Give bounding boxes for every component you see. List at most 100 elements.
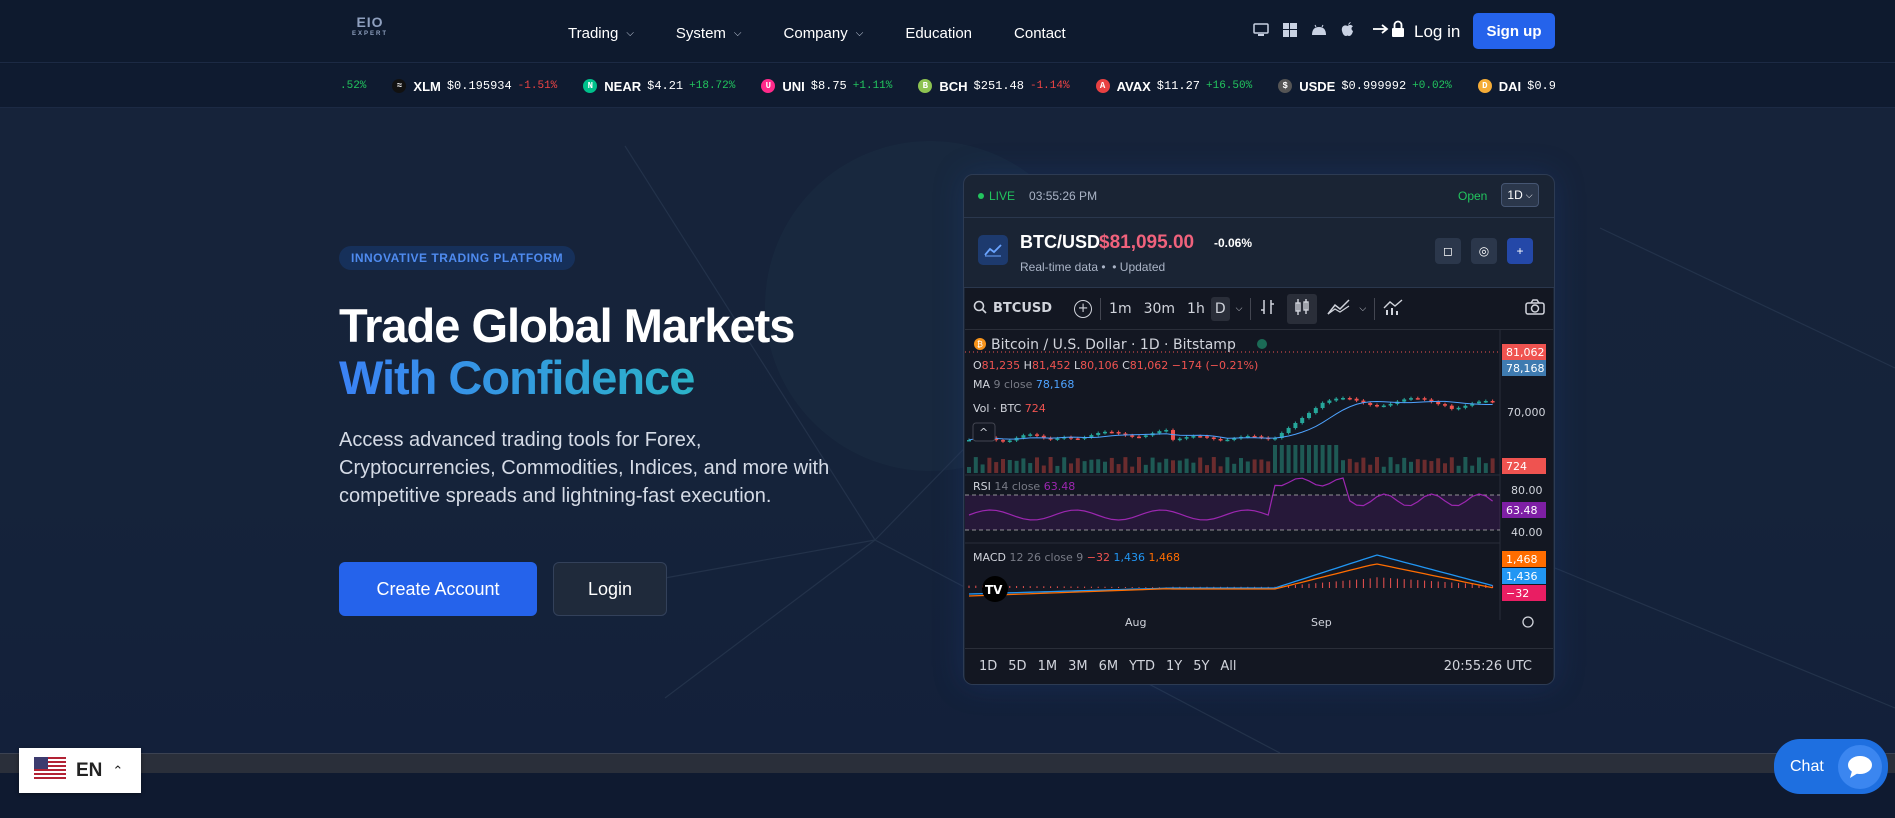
volume-bar	[1327, 445, 1332, 473]
chevron-down-icon: ⌵	[626, 27, 634, 39]
ticker-item[interactable]: B BCH $251.48 -1.14%	[918, 79, 1070, 94]
rsi-tag: 63.48	[1506, 504, 1538, 517]
chevron-down-icon: ⌵	[1525, 189, 1533, 200]
candle	[1347, 398, 1352, 400]
bar-chart-icon[interactable]	[1259, 298, 1277, 320]
login-link[interactable]: Log in	[1372, 20, 1460, 43]
bitcoin-glyph: ₿	[977, 340, 983, 349]
volume-bar	[1109, 457, 1114, 473]
chat-bubble-icon	[1838, 745, 1882, 789]
ticker-item[interactable]: D DAI $0.999515	[1477, 79, 1555, 94]
volume-bar	[1069, 463, 1073, 473]
ticker-item[interactable]: U UNI $8.75 +1.11%	[761, 79, 892, 94]
candle	[1293, 423, 1298, 428]
nav-label: Trading	[568, 24, 619, 42]
footer-dark	[0, 773, 1895, 818]
candle	[1381, 405, 1386, 408]
us-flag-icon	[34, 756, 66, 785]
interval-1m[interactable]: 1m	[1109, 301, 1132, 317]
candle	[1096, 432, 1101, 436]
windows-icon[interactable]	[1281, 22, 1298, 37]
candles-icon[interactable]	[1287, 293, 1318, 324]
volume-bar	[1096, 459, 1101, 473]
ticker-item[interactable]: $ USDE $0.999992 +0.02%	[1278, 79, 1452, 94]
ticker-item[interactable]: N NEAR $4.21 +18.72%	[583, 79, 735, 94]
interval-select[interactable]: 1D ⌵	[1501, 183, 1539, 207]
tradingview-chart: BTCUSD + 1m 30m 1h D ⌵ ⌵ ₿ Bitcoin / U.S…	[965, 288, 1553, 684]
candle	[1307, 413, 1311, 418]
candle	[1388, 403, 1393, 406]
volume-bar	[1368, 464, 1373, 473]
ticker-symbol: UNI	[782, 78, 805, 94]
chart-symbol[interactable]: BTCUSD	[993, 301, 1052, 316]
candle	[1456, 407, 1461, 410]
create-account-button[interactable]: Create Account	[339, 562, 537, 616]
utc-clock: 20:55:26 UTC	[1443, 659, 1532, 674]
logo-text: EIO	[356, 14, 384, 30]
nav-company[interactable]: Company ⌵	[784, 22, 864, 44]
nav-system[interactable]: System ⌵	[676, 22, 742, 44]
interval-1h[interactable]: 1h	[1187, 301, 1205, 317]
range-ytd[interactable]: YTD	[1129, 659, 1155, 674]
chevron-down-icon[interactable]: ⌵	[1236, 304, 1243, 314]
language-code: EN	[76, 759, 103, 781]
candle	[1184, 437, 1189, 439]
ticker-change: -1.14%	[1029, 80, 1070, 92]
nav-label: Company	[783, 24, 848, 42]
camera-icon[interactable]	[1525, 298, 1545, 319]
range-1y[interactable]: 1Y	[1166, 659, 1182, 674]
interval-30m[interactable]: 30m	[1144, 301, 1175, 317]
candle	[1137, 436, 1141, 439]
chat-button[interactable]: Chat	[1774, 739, 1888, 794]
range-5d[interactable]: 5D	[1008, 659, 1026, 674]
settings-icon[interactable]	[1522, 616, 1534, 628]
signup-button[interactable]: Sign up	[1473, 13, 1555, 49]
search-icon[interactable]	[973, 300, 987, 318]
android-icon[interactable]	[1310, 22, 1327, 37]
pair-symbol: BTC/USD	[1020, 232, 1100, 252]
macd-tag-hist: −32	[1506, 587, 1529, 600]
range-3m[interactable]: 3M	[1068, 659, 1088, 674]
volume-bar	[1381, 466, 1386, 473]
volume-bar	[1082, 461, 1087, 473]
logo[interactable]: EIO EXPERT	[345, 14, 395, 44]
ticker-item[interactable]: ≈ XLM $0.195934 -1.51%	[392, 79, 557, 94]
stop-button[interactable]: ◻	[1435, 238, 1461, 264]
range-all[interactable]: All	[1220, 659, 1236, 674]
indicator-templates-icon[interactable]	[1383, 298, 1403, 320]
volume-bar	[967, 467, 971, 473]
volume-bar	[1028, 463, 1033, 473]
toolbar-divider	[1250, 297, 1252, 320]
nav-education[interactable]: Education	[905, 22, 972, 44]
add-button[interactable]: +	[1507, 238, 1533, 264]
volume-bar	[973, 457, 978, 473]
volume-bar	[980, 464, 985, 473]
pair-subtitle: Real-time data • • Updated	[1020, 260, 1166, 274]
chart-canvas[interactable]: ₿ Bitcoin / U.S. Dollar · 1D · Bitstamp O8…	[965, 330, 1553, 648]
desktop-icon[interactable]	[1252, 22, 1269, 37]
login-button[interactable]: Login	[553, 562, 667, 616]
realtime-label: Real-time data	[1020, 260, 1099, 274]
range-1m[interactable]: 1M	[1038, 659, 1058, 674]
indicators-icon[interactable]	[1327, 298, 1351, 320]
nav-label: System	[675, 24, 726, 42]
range-1d[interactable]: 1D	[979, 659, 997, 674]
nav-contact[interactable]: Contact	[1014, 22, 1066, 44]
compare-plus-icon[interactable]: +	[1074, 299, 1093, 318]
range-6m[interactable]: 6M	[1099, 659, 1119, 674]
volume-bar	[1143, 464, 1148, 473]
ticker-item[interactable]: .52%	[340, 80, 366, 92]
language-selector[interactable]: EN ⌃	[19, 748, 141, 793]
ticker-item[interactable]: A AVAX $11.27 +16.50%	[1095, 79, 1252, 94]
candle	[1334, 398, 1339, 401]
widget-time: 03:55:26 PM	[1029, 189, 1098, 203]
chart-title: Bitcoin / U.S. Dollar · 1D · Bitstamp	[991, 337, 1236, 353]
apple-icon[interactable]	[1339, 22, 1356, 37]
record-button[interactable]: ◎	[1471, 238, 1497, 264]
candle	[1483, 401, 1488, 403]
range-5y[interactable]: 5Y	[1193, 659, 1209, 674]
chevron-down-icon[interactable]: ⌵	[1359, 304, 1366, 314]
interval-d[interactable]: D	[1210, 296, 1230, 321]
nav-trading[interactable]: Trading ⌵	[568, 22, 634, 44]
coin-icon: N	[583, 79, 598, 93]
